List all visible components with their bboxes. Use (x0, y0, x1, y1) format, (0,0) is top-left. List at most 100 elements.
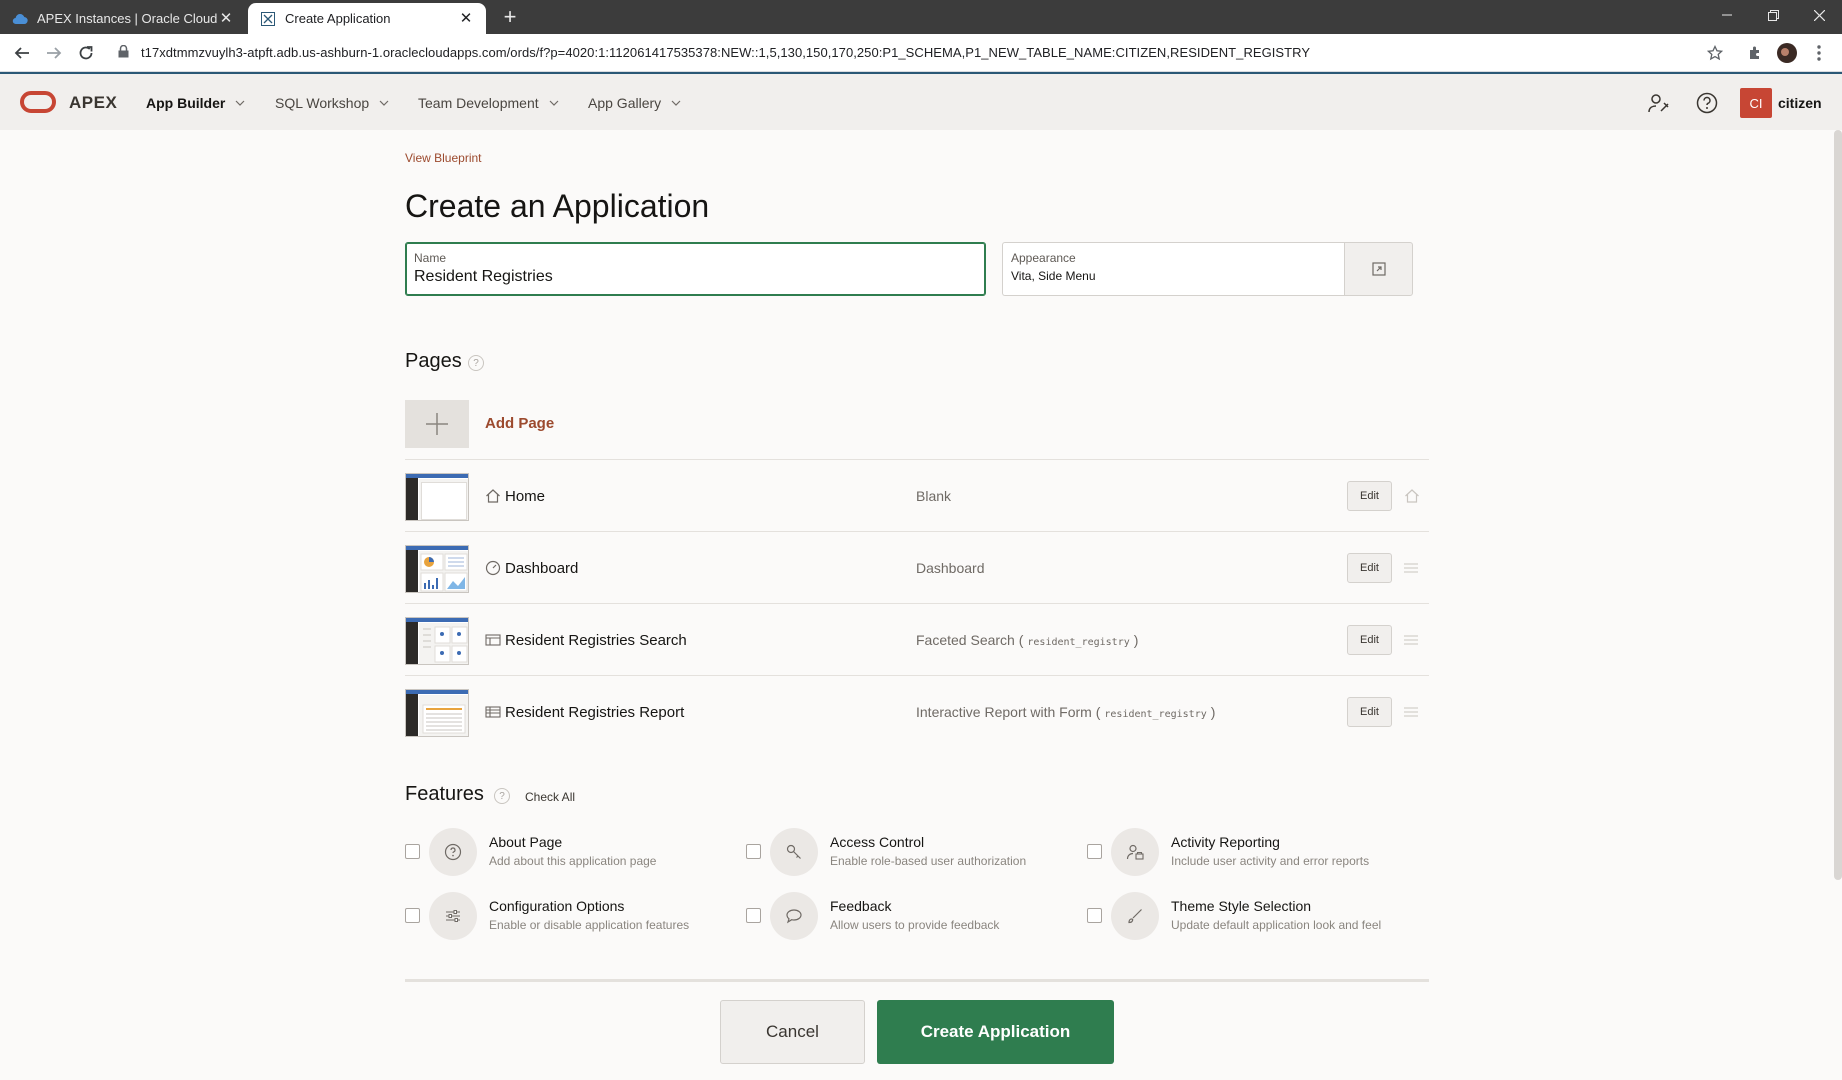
plus-icon (426, 413, 448, 435)
apex-product-name[interactable]: APEX (69, 93, 117, 113)
browser-tab-oracle-cloud[interactable]: APEX Instances | Oracle Cloud Inf ✕ (0, 3, 246, 34)
help-icon[interactable] (1695, 91, 1719, 115)
open-dialog-icon (1371, 262, 1386, 276)
forward-icon[interactable] (42, 41, 66, 65)
page-row-home[interactable]: Home Blank Edit (405, 459, 1429, 531)
add-page-button[interactable] (405, 400, 469, 448)
name-input[interactable]: Resident Registries (414, 268, 553, 286)
dashboard-icon (485, 560, 501, 576)
feature-checkbox[interactable] (405, 844, 420, 859)
name-label: Name (414, 251, 447, 265)
username[interactable]: citizen (1778, 95, 1822, 111)
feature-activity-reporting[interactable]: Activity Reporting Include user activity… (1087, 826, 1417, 882)
profile-avatar-icon[interactable] (1776, 42, 1798, 64)
reload-icon[interactable] (74, 41, 98, 65)
chevron-down-icon (379, 100, 389, 106)
apex-header: APEX App Builder SQL Workshop Team Devel… (0, 72, 1842, 130)
nav-app-gallery[interactable]: App Gallery (588, 95, 681, 111)
nav-sql-workshop[interactable]: SQL Workshop (275, 95, 389, 111)
edit-page-button[interactable]: Edit (1347, 625, 1392, 655)
close-tab-icon[interactable]: ✕ (218, 11, 234, 27)
browser-menu-icon[interactable] (1808, 42, 1830, 64)
new-tab-button[interactable]: + (498, 6, 522, 30)
edit-page-button[interactable]: Edit (1347, 481, 1392, 511)
add-page-link[interactable]: Add Page (485, 415, 554, 432)
feature-theme-style-selection[interactable]: Theme Style Selection Update default app… (1087, 890, 1417, 946)
feature-about-page[interactable]: About Page Add about this application pa… (405, 826, 735, 882)
appearance-value: Vita, Side Menu (1011, 269, 1096, 283)
sliders-icon (429, 892, 477, 940)
back-icon[interactable] (10, 41, 34, 65)
extensions-icon[interactable] (1744, 42, 1766, 64)
page-name: Resident Registries Search (505, 632, 687, 649)
administration-icon[interactable] (1647, 91, 1671, 115)
lock-icon[interactable] (118, 44, 129, 63)
nav-app-builder[interactable]: App Builder (146, 95, 245, 111)
close-tab-icon[interactable]: ✕ (458, 11, 474, 27)
page-type: Blank (916, 488, 951, 504)
feature-checkbox[interactable] (405, 908, 420, 923)
feature-description: Allow users to provide feedback (830, 918, 1000, 932)
nav-label: App Builder (146, 95, 226, 111)
page-row-dashboard[interactable]: Dashboard Dashboard Edit (405, 531, 1429, 603)
tab-label: APEX Instances | Oracle Cloud Inf (37, 11, 218, 26)
feature-checkbox[interactable] (746, 844, 761, 859)
page-type-label: Dashboard (916, 560, 985, 576)
view-blueprint-link[interactable]: View Blueprint (405, 151, 482, 165)
drag-handle-icon[interactable] (1404, 632, 1420, 648)
check-all-link[interactable]: Check All (525, 790, 575, 804)
drag-handle-icon[interactable] (1404, 704, 1420, 720)
page-name: Home (505, 488, 546, 505)
page-type: Faceted Search (resident_registry) (916, 632, 1138, 648)
feature-checkbox[interactable] (1087, 844, 1102, 859)
home-page-indicator-icon (1404, 488, 1420, 504)
create-application-button[interactable]: Create Application (877, 1000, 1114, 1064)
page-type: Interactive Report with Form (resident_r… (916, 704, 1215, 720)
faceted-search-icon (485, 632, 501, 648)
page-type-close: ) (1210, 704, 1216, 720)
user-avatar[interactable]: CI (1740, 88, 1772, 118)
feature-title: Feedback (830, 898, 892, 914)
page-row-faceted-search[interactable]: Resident Registries Search Faceted Searc… (405, 603, 1429, 675)
appearance-settings-button[interactable] (1344, 242, 1413, 296)
minimize-icon[interactable] (1704, 0, 1750, 30)
feature-feedback[interactable]: Feedback Allow users to provide feedback (746, 890, 1076, 946)
pages-help-icon[interactable]: ? (468, 355, 484, 371)
edit-page-button[interactable]: Edit (1347, 697, 1392, 727)
feature-description: Enable or disable application features (489, 918, 690, 932)
feature-configuration-options[interactable]: Configuration Options Enable or disable … (405, 890, 735, 946)
address-bar[interactable]: t17xdtmmzvuylh3-atpft.adb.us-ashburn-1.o… (141, 45, 1310, 60)
drag-handle-icon[interactable] (1404, 560, 1420, 576)
pages-heading: Pages (405, 350, 462, 372)
restore-icon[interactable] (1750, 0, 1796, 30)
brush-icon (1111, 892, 1159, 940)
page-type-close: ) (1133, 632, 1139, 648)
page-type: Dashboard (916, 560, 985, 576)
cancel-button[interactable]: Cancel (720, 1000, 865, 1064)
features-help-icon[interactable]: ? (494, 788, 510, 804)
page-type-label: Interactive Report with Form ( (916, 704, 1101, 720)
page-thumbnail (405, 545, 469, 593)
chevron-down-icon (235, 100, 245, 106)
browser-tab-create-application[interactable]: Create Application ✕ (248, 3, 486, 34)
page-name: Resident Registries Report (505, 704, 685, 721)
name-field[interactable]: Name Resident Registries (405, 242, 986, 296)
appearance-field[interactable]: Appearance Vita, Side Menu (1002, 242, 1345, 296)
page-scrollbar[interactable] (1834, 130, 1842, 880)
edit-page-button[interactable]: Edit (1347, 553, 1392, 583)
feature-checkbox[interactable] (1087, 908, 1102, 923)
report-icon (485, 704, 501, 720)
footer-divider (405, 979, 1429, 982)
oracle-logo-icon[interactable] (20, 91, 56, 113)
nav-team-development[interactable]: Team Development (418, 95, 559, 111)
feature-checkbox[interactable] (746, 908, 761, 923)
apex-tab-icon (260, 11, 276, 27)
feature-access-control[interactable]: Access Control Enable role-based user au… (746, 826, 1076, 882)
question-icon (429, 828, 477, 876)
bookmark-star-icon[interactable] (1704, 42, 1726, 64)
feature-description: Add about this application page (489, 854, 657, 868)
feature-title: Theme Style Selection (1171, 898, 1312, 914)
page-title: Create an Application (405, 188, 710, 224)
close-window-icon[interactable] (1796, 0, 1842, 30)
page-row-interactive-report[interactable]: Resident Registries Report Interactive R… (405, 675, 1429, 747)
